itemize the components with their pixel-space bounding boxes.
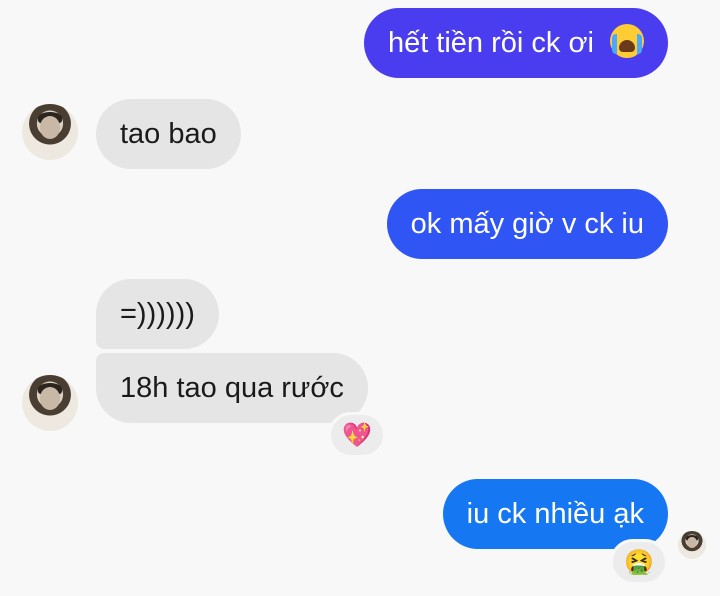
received-message[interactable]: tao bao xyxy=(96,99,241,169)
sent-message[interactable]: ok mấy giờ v ck iu xyxy=(386,189,668,259)
contact-avatar[interactable] xyxy=(22,375,78,431)
message-text: =)))))) xyxy=(120,298,195,330)
received-message[interactable]: 18h tao qua rước xyxy=(96,353,368,423)
sent-message[interactable]: hết tiền rồi ck ơi xyxy=(363,8,668,78)
message-text: ok mấy giờ v ck iu xyxy=(410,208,644,240)
heart-reaction-icon[interactable]: 💖 xyxy=(328,412,386,458)
message-text: 18h tao qua rước xyxy=(120,372,344,404)
message-text: tao bao xyxy=(120,118,217,150)
read-receipt-avatar xyxy=(678,531,706,559)
received-message[interactable]: =)))))) xyxy=(96,279,219,349)
contact-avatar[interactable] xyxy=(22,104,78,160)
vomit-reaction-icon[interactable]: 🤮 xyxy=(610,539,668,585)
message-text: hết tiền rồi ck ơi xyxy=(387,27,594,59)
message-text: iu ck nhiều ạk xyxy=(466,498,644,530)
loudly-crying-face-icon xyxy=(610,24,644,58)
